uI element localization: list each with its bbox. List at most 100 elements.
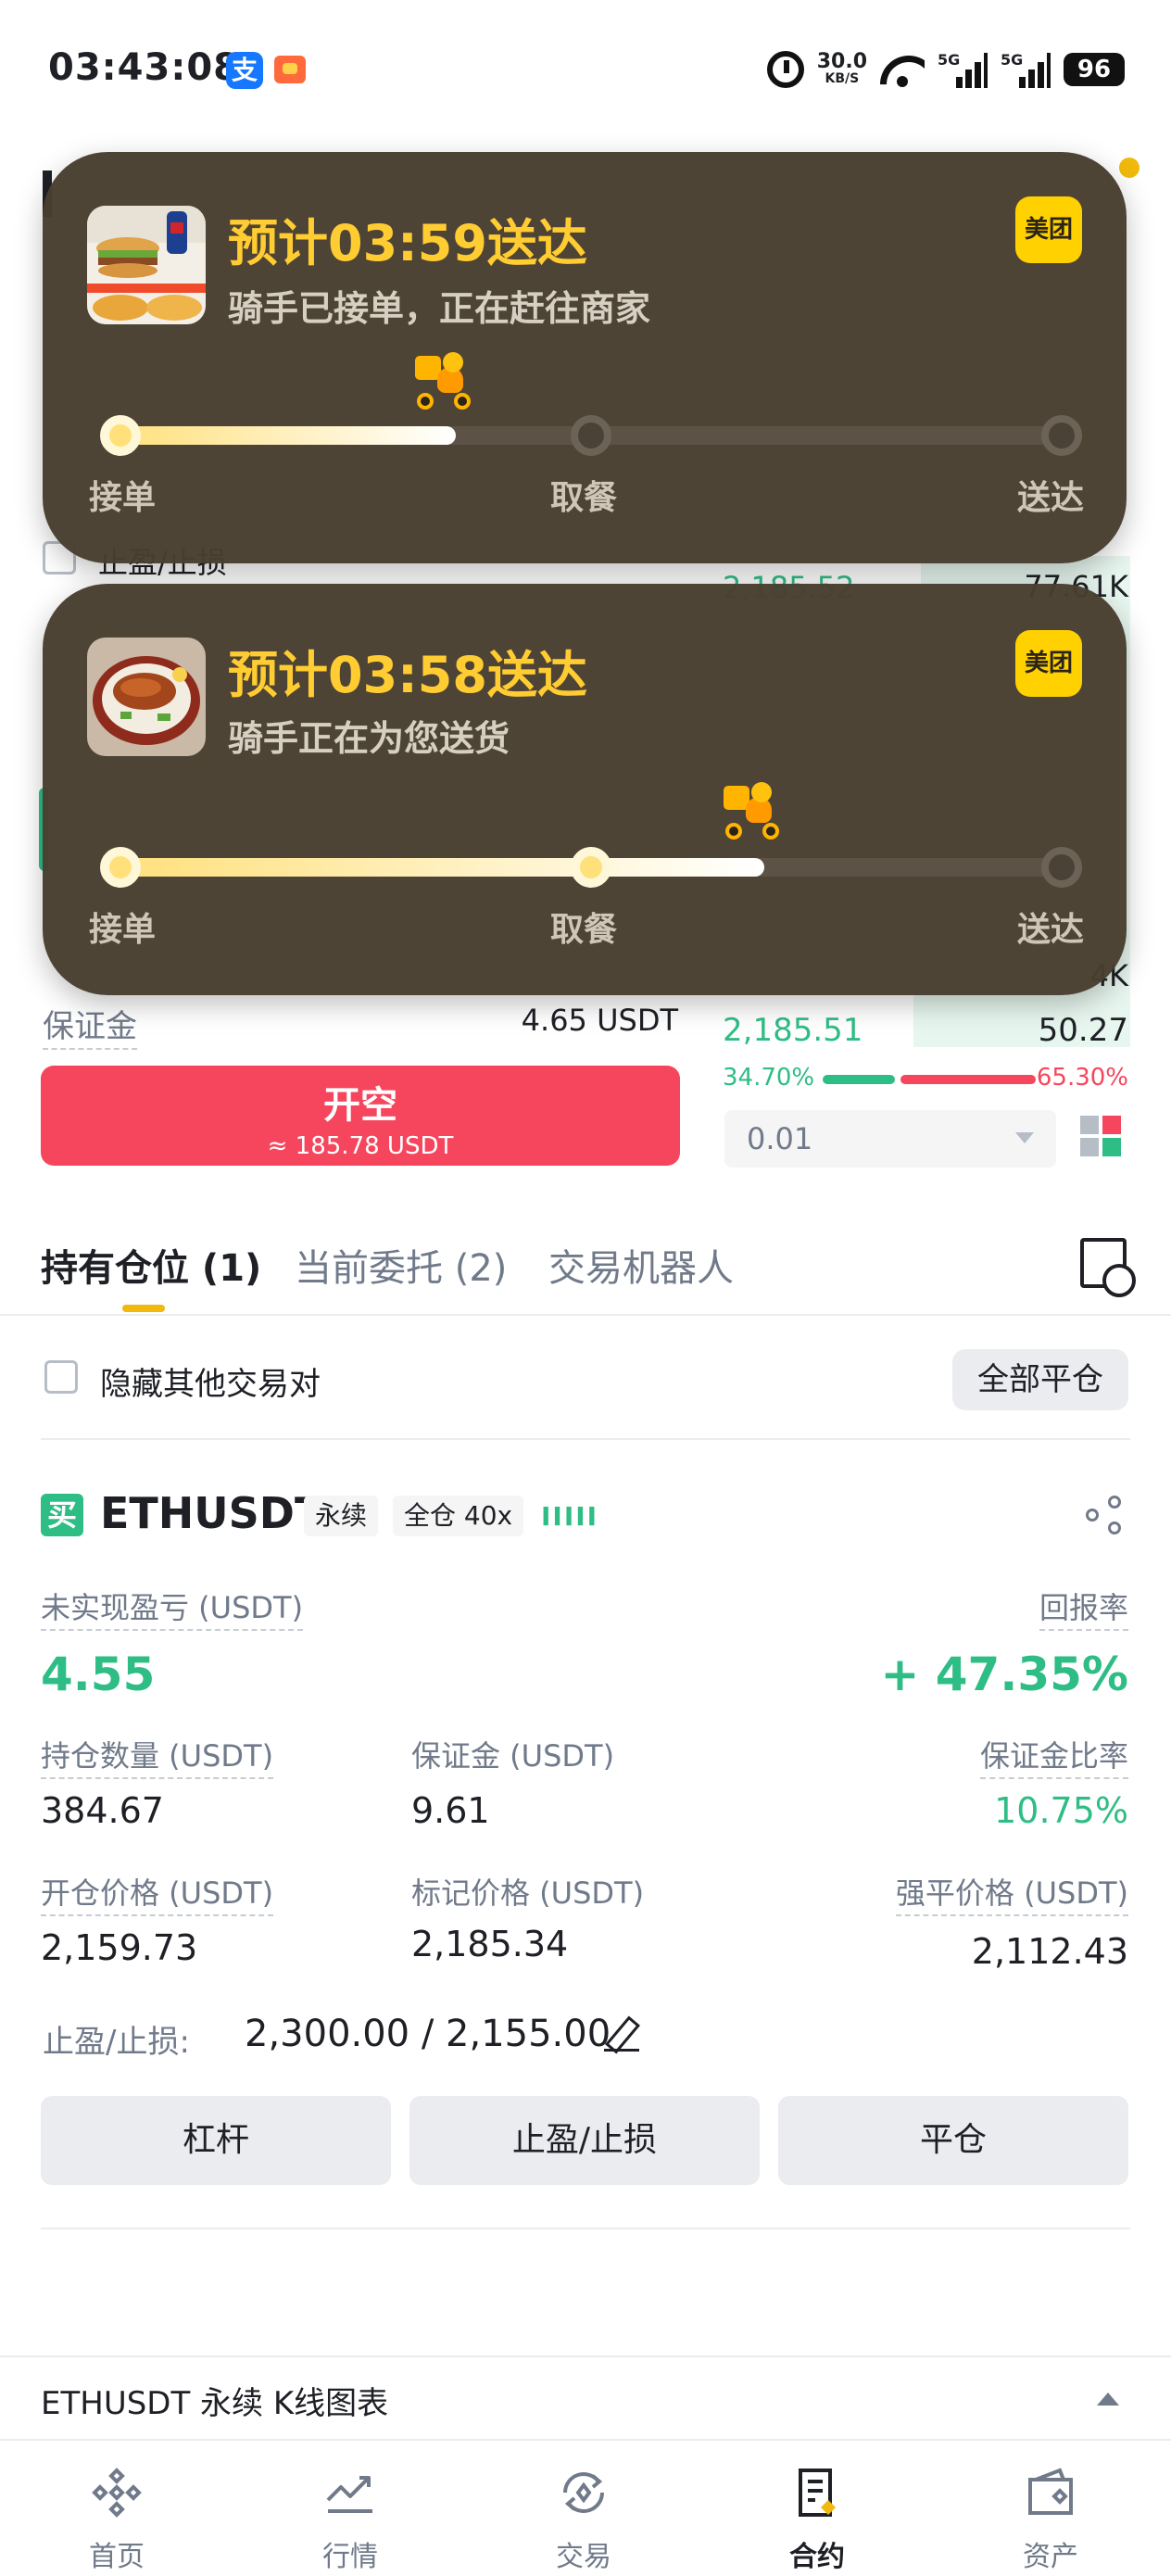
net-speed: 30.0 KB/S	[816, 50, 867, 87]
position-header: 买 ETHUSDT 永续 全仓 40x IIIII	[0, 1483, 1171, 1547]
notification-dot[interactable]	[1119, 158, 1140, 178]
liq-price-label[interactable]: 强平价格 (USDT)	[895, 1870, 1128, 1916]
tab-trading-bots[interactable]: 交易机器人	[548, 1238, 734, 1292]
rider-icon	[409, 352, 478, 411]
step-node-accept	[100, 847, 141, 888]
position-tpsl-label: 止盈/止损:	[43, 2024, 190, 2061]
battery-indicator: 96	[1064, 53, 1125, 86]
meituan-logo: 美团	[1015, 196, 1082, 263]
position-margin-label: 保证金 (USDT)	[411, 1738, 615, 1774]
nav-trade-label: 交易	[556, 2541, 611, 2573]
rider-icon	[718, 782, 787, 841]
delivery-card-2[interactable]: 预计03:58送达 骑手正在为您送货 美团 接单 取餐 送达	[43, 584, 1127, 995]
signal-icon-2: 5G	[1001, 51, 1051, 88]
leverage-button[interactable]: 杠杆	[41, 2096, 391, 2185]
meituan-logo: 美团	[1015, 630, 1082, 697]
step-label-deliver: 送达	[1017, 479, 1085, 517]
delivery-card-1[interactable]: 预计03:59送达 骑手已接单，正在赶往商家 美团 接单 取餐 送达	[43, 152, 1127, 563]
futures-icon	[799, 2469, 836, 2517]
unrealized-pnl-value: 4.55	[41, 1648, 156, 1701]
nav-assets-label: 资产	[1023, 2541, 1078, 2573]
side-badge: 买	[41, 1494, 83, 1536]
buy-ratio: 34.70%	[723, 1064, 815, 1092]
position-size-value: 384.67	[41, 1790, 164, 1831]
kline-chart-toggle[interactable]: ETHUSDT 永续 K线图表	[0, 2355, 1171, 2439]
liq-price-value: 2,112.43	[971, 1931, 1128, 1972]
hide-other-pairs-checkbox[interactable]	[44, 1360, 78, 1394]
alipay-app-icon: 支	[226, 52, 263, 89]
nav-markets[interactable]: 行情	[233, 2441, 467, 2576]
step-node-pickup	[571, 847, 611, 888]
contract-type-chip: 永续	[304, 1496, 379, 1536]
sell-ratio-fill	[900, 1075, 1036, 1084]
net-speed-unit: KB/S	[825, 71, 860, 86]
active-tab-indicator	[122, 1305, 165, 1312]
orderbook-layout-icon[interactable]	[1080, 1116, 1123, 1158]
buy-ratio-fill	[823, 1075, 895, 1084]
adl-indicator: IIIII	[541, 1501, 599, 1532]
nav-assets[interactable]: 资产	[934, 2441, 1167, 2576]
hide-other-pairs-label: 隐藏其他交易对	[100, 1366, 321, 1403]
step-label-pickup: 取餐	[550, 479, 618, 517]
signal-2-tag: 5G	[1001, 51, 1024, 69]
delivery-2-progress-fill	[109, 858, 765, 877]
wifi-icon	[880, 52, 925, 87]
step-node-deliver	[1041, 415, 1082, 456]
order-margin-value: 4.65 USDT	[521, 1003, 678, 1038]
roe-value: + 47.35%	[880, 1648, 1128, 1701]
margin-ratio-label[interactable]: 保证金比率	[979, 1733, 1128, 1779]
alarm-icon	[766, 51, 804, 88]
margin-mode-chip[interactable]: 全仓 40x	[393, 1496, 524, 1536]
delivery-1-progress-track	[100, 415, 1082, 456]
signal-1-tag: 5G	[938, 51, 961, 69]
close-position-button[interactable]: 平仓	[778, 2096, 1128, 2185]
open-short-button[interactable]: 开空 ≈ 185.78 USDT	[41, 1066, 680, 1166]
nav-home[interactable]: 首页	[0, 2441, 233, 2576]
delivery-1-progress-fill	[109, 426, 457, 445]
step-node-deliver	[1041, 847, 1082, 888]
tab-open-orders[interactable]: 当前委托 (2)	[295, 1238, 507, 1292]
share-icon[interactable]	[1086, 1496, 1127, 1536]
tpsl-button[interactable]: 止盈/止损	[409, 2096, 760, 2185]
nav-futures[interactable]: 合约	[700, 2441, 934, 2576]
position-symbol[interactable]: ETHUSDT	[100, 1488, 323, 1538]
divider-2	[41, 2228, 1130, 2229]
nav-markets-label: 行情	[322, 2541, 378, 2573]
chevron-up-icon	[1097, 2393, 1119, 2406]
unrealized-pnl-label[interactable]: 未实现盈亏 (USDT)	[41, 1585, 304, 1631]
order-margin-label: 保证金	[43, 1001, 137, 1050]
orderbook-last-qty: 50.27	[1038, 1012, 1128, 1049]
divider	[41, 1438, 1130, 1440]
position-size-label[interactable]: 持仓数量 (USDT)	[41, 1733, 274, 1779]
status-icons: 30.0 KB/S 5G 5G 96	[766, 46, 1125, 93]
markets-icon	[326, 2476, 372, 2513]
positions-toolbar: 隐藏其他交易对 全部平仓	[0, 1316, 1171, 1438]
depth-precision-select[interactable]: 0.01	[724, 1110, 1056, 1168]
delivery-1-eta: 预计03:59送达	[228, 214, 587, 272]
entry-price-label[interactable]: 开仓价格 (USDT)	[41, 1870, 274, 1916]
wallet-icon	[1028, 2468, 1073, 2515]
sell-ratio: 65.30%	[1036, 1064, 1128, 1092]
net-speed-value: 30.0	[816, 50, 867, 73]
bottom-nav: 首页 行情 交易 合约 资产	[0, 2439, 1171, 2576]
orderbook-last-price[interactable]: 2,185.51	[723, 1012, 863, 1049]
step-label-accept: 接单	[89, 479, 157, 517]
nav-futures-label: 合约	[789, 2541, 845, 2573]
step-label-deliver: 送达	[1017, 911, 1085, 949]
close-all-button[interactable]: 全部平仓	[952, 1349, 1128, 1410]
nav-home-label: 首页	[89, 2541, 145, 2573]
roe-label[interactable]: 回报率	[1039, 1585, 1128, 1631]
trade-icon	[563, 2472, 604, 2513]
open-short-amount: ≈ 185.78 USDT	[267, 1132, 454, 1160]
tab-positions[interactable]: 持有仓位 (1)	[41, 1238, 261, 1292]
status-bar: 03:43:08 支 30.0 KB/S 5G 5G 96	[0, 0, 1171, 139]
status-time: 03:43:08	[48, 46, 240, 89]
order-history-icon[interactable]	[1080, 1238, 1136, 1297]
delivery-2-progress-track	[100, 847, 1082, 888]
nav-trade[interactable]: 交易	[467, 2441, 700, 2576]
position-margin-value: 9.61	[411, 1790, 490, 1831]
step-label-accept: 接单	[89, 911, 157, 949]
positions-tabs: 持有仓位 (1) 当前委托 (2) 交易机器人	[0, 1223, 1171, 1316]
edit-tpsl-icon[interactable]	[604, 2016, 639, 2052]
open-short-label: 开空	[323, 1084, 397, 1127]
